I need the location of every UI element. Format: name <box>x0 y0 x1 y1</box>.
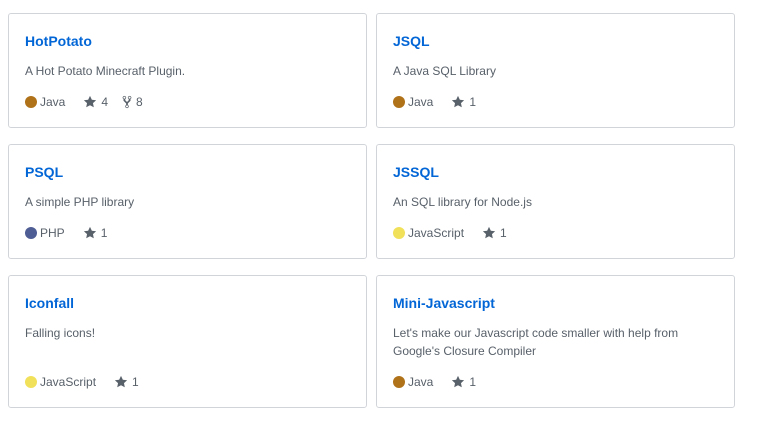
repo-meta: Java 1 <box>393 374 490 390</box>
repo-description: A Java SQL Library <box>393 64 496 78</box>
language-label: PHP <box>40 226 65 240</box>
stars-link[interactable]: 1 <box>451 375 476 389</box>
stars-count: 1 <box>100 226 108 240</box>
language-color-dot <box>393 96 405 108</box>
fork-icon <box>122 95 132 109</box>
stars-count: 4 <box>101 95 109 109</box>
repo-description: A simple PHP library <box>25 195 135 209</box>
repo-link[interactable]: HotPotato <box>25 33 92 49</box>
repo-meta: Java 4 8 <box>25 94 157 110</box>
repo-meta: Java 1 <box>393 94 490 110</box>
repo-meta: JavaScript 1 <box>393 225 521 241</box>
star-icon <box>83 226 96 239</box>
repo-link[interactable]: JSQL <box>393 33 430 49</box>
forks-link[interactable]: 8 <box>122 95 143 109</box>
repo-meta: JavaScript 1 <box>25 374 153 390</box>
stars-link[interactable]: 1 <box>114 375 139 389</box>
stars-count: 1 <box>469 375 477 389</box>
star-icon <box>84 95 97 108</box>
stars-count: 1 <box>469 95 477 109</box>
stars-count: 1 <box>132 375 139 389</box>
language-label: Java <box>40 95 66 109</box>
language-color-dot <box>393 376 405 388</box>
repo-link[interactable]: JSSQL <box>393 164 439 180</box>
star-icon <box>452 95 465 108</box>
stars-link[interactable]: 1 <box>451 95 476 109</box>
language-color-dot <box>25 96 37 108</box>
repo-description: An SQL library for Node.js <box>393 195 532 209</box>
stars-count: 1 <box>500 226 507 240</box>
language-label: JavaScript <box>408 226 465 240</box>
language-color-dot <box>25 376 37 388</box>
repo-link[interactable]: Iconfall <box>25 295 74 311</box>
language-label: JavaScript <box>40 375 97 389</box>
repo-card-jssql: JSSQL An SQL library for Node.js JavaScr… <box>376 144 735 259</box>
star-icon <box>482 226 496 239</box>
forks-count: 8 <box>136 95 143 109</box>
repo-card-iconfall: Iconfall Falling icons! JavaScript 1 <box>8 275 367 408</box>
repo-card-jsql: JSQL A Java SQL Library Java 1 <box>376 13 735 128</box>
repo-card-mini-javascript: Mini-Javascript Let's make our Javascrip… <box>376 275 735 408</box>
language-color-dot <box>25 227 37 239</box>
repo-description: Falling icons! <box>25 326 96 340</box>
stars-link[interactable]: 1 <box>83 226 108 240</box>
repo-description: A Hot Potato Minecraft Plugin. <box>25 64 186 78</box>
language-color-dot <box>393 227 405 239</box>
language-label: Java <box>408 375 434 389</box>
repo-description: Let's make our Javascript code smaller w… <box>393 326 679 358</box>
repo-card-psql: PSQL A simple PHP library PHP 1 <box>8 144 367 259</box>
star-icon <box>114 375 128 388</box>
repo-link[interactable]: PSQL <box>25 164 63 180</box>
stars-link[interactable]: 4 <box>83 95 108 109</box>
stars-link[interactable]: 1 <box>482 226 507 240</box>
repo-meta: PHP 1 <box>25 225 121 241</box>
star-icon <box>452 375 465 388</box>
repo-link[interactable]: Mini-Javascript <box>393 295 495 311</box>
pinned-repositories: HotPotato A Hot Potato Minecraft Plugin.… <box>0 0 766 421</box>
language-label: Java <box>408 95 434 109</box>
repo-card-hotpotato: HotPotato A Hot Potato Minecraft Plugin.… <box>8 13 367 128</box>
